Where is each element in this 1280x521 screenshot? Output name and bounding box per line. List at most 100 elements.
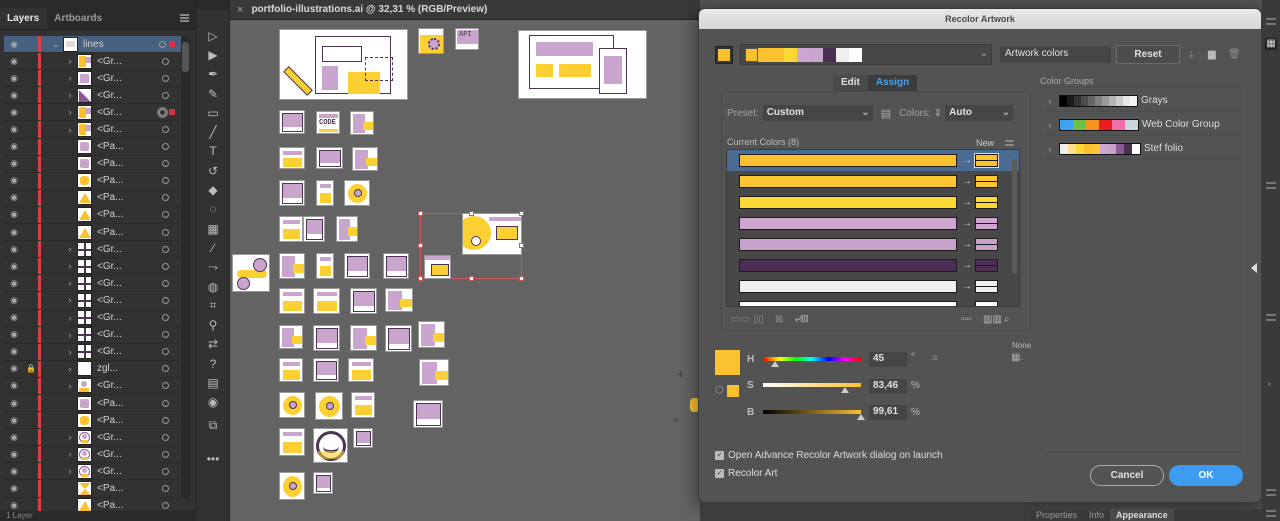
- layer-name[interactable]: <Pa...: [97, 398, 162, 409]
- layer-row[interactable]: ◉ <Pa...: [4, 412, 181, 430]
- visibility-eye-icon[interactable]: ◉: [4, 466, 24, 477]
- arrow-right-icon[interactable]: →: [962, 239, 972, 250]
- color-group-swatch[interactable]: [1068, 143, 1076, 154]
- merge-colors-icon[interactable]: ▭▭: [731, 314, 750, 325]
- target-circle-icon[interactable]: [162, 382, 169, 390]
- lasso-tool[interactable]: ◌: [196, 200, 230, 219]
- find-colors-icon[interactable]: ⌕: [1004, 314, 1010, 325]
- target-circle-icon[interactable]: [162, 502, 169, 510]
- artwork-icon[interactable]: [350, 288, 377, 314]
- target-circle-icon[interactable]: [162, 91, 169, 99]
- artwork-icon[interactable]: CODE: [316, 111, 340, 134]
- layer-name[interactable]: <Pa...: [97, 500, 162, 511]
- shape-builder-tool[interactable]: ◍: [196, 277, 230, 296]
- current-color-row[interactable]: →: [727, 234, 1019, 255]
- more-tools[interactable]: •••: [196, 449, 230, 468]
- layer-row[interactable]: ◉ 🔒 › zgl...: [4, 360, 181, 378]
- visibility-eye-icon[interactable]: ◉: [4, 380, 24, 391]
- selection-handle[interactable]: [418, 243, 423, 248]
- new-color-swatch[interactable]: [975, 301, 998, 306]
- visibility-eye-icon[interactable]: ◉: [4, 107, 24, 118]
- target-circle-icon[interactable]: [162, 57, 169, 65]
- color-group-swatch[interactable]: [1067, 95, 1074, 106]
- arrow-right-icon[interactable]: →: [962, 218, 972, 229]
- layer-row[interactable]: ◉ <Pa...: [4, 224, 181, 242]
- artwork-icon[interactable]: [353, 428, 373, 448]
- selection-handle[interactable]: [519, 276, 524, 281]
- saturation-slider-thumb[interactable]: [840, 387, 849, 393]
- color-group-swatch[interactable]: [1125, 119, 1138, 130]
- tab-layers[interactable]: Layers: [0, 8, 48, 29]
- scrollbar-thumb[interactable]: [1012, 159, 1017, 274]
- artwork-icon[interactable]: [313, 358, 339, 382]
- checkbox-checked-icon[interactable]: ✓: [715, 469, 724, 478]
- layer-name[interactable]: <Gr...: [97, 278, 162, 289]
- artwork-icon[interactable]: [348, 358, 374, 382]
- artwork-icon[interactable]: [316, 147, 343, 169]
- layer-row[interactable]: ◉ › <Gr...: [4, 241, 181, 259]
- chevron-right-icon[interactable]: ›: [63, 73, 77, 83]
- zoom-tool[interactable]: ⚲: [196, 315, 230, 334]
- layer-name[interactable]: <Gr...: [97, 380, 162, 391]
- artwork-icon[interactable]: [350, 325, 377, 351]
- harmony-colors-dropdown[interactable]: ⌄: [740, 44, 992, 65]
- reset-button[interactable]: Reset: [1116, 45, 1180, 64]
- layer-row[interactable]: ◉ › <Gr...: [4, 343, 181, 361]
- hue-slider-thumb[interactable]: [771, 361, 780, 367]
- layer-name[interactable]: <Pa...: [97, 141, 162, 152]
- color-group-swatch[interactable]: [1060, 143, 1068, 154]
- rotate-tool[interactable]: ↺: [196, 161, 230, 180]
- gamut-color-swatch[interactable]: [727, 385, 739, 397]
- selection-handle[interactable]: [519, 211, 524, 216]
- chevron-right-icon[interactable]: ›: [63, 432, 77, 442]
- new-row-icon[interactable]: ⤶▥: [795, 314, 808, 325]
- color-modes[interactable]: ▤: [196, 373, 230, 392]
- chevron-right-icon[interactable]: ›: [63, 107, 77, 117]
- current-color-row[interactable]: →: [727, 192, 1019, 213]
- layer-name[interactable]: <Pa...: [97, 483, 162, 494]
- layer-row[interactable]: ◉ <Pa...: [4, 206, 181, 225]
- layer-name[interactable]: <Gr...: [97, 466, 162, 477]
- layer-name[interactable]: lines: [83, 39, 159, 50]
- artwork-icon[interactable]: [279, 428, 305, 456]
- visibility-eye-icon[interactable]: ◉: [4, 227, 24, 238]
- color-group-swatch[interactable]: [1084, 143, 1092, 154]
- target-circle-icon[interactable]: [162, 450, 169, 458]
- chevron-right-icon[interactable]: ›: [63, 347, 77, 357]
- layer-name[interactable]: <Gr...: [97, 312, 162, 323]
- target-circle-icon[interactable]: [159, 108, 166, 116]
- target-circle-icon[interactable]: [162, 314, 169, 322]
- target-circle-icon[interactable]: [162, 211, 169, 219]
- visibility-eye-icon[interactable]: ◉: [4, 39, 24, 50]
- chevron-right-icon[interactable]: ›: [63, 261, 77, 271]
- artwork-icon[interactable]: [315, 392, 343, 420]
- selection-handle[interactable]: [469, 276, 474, 281]
- chevron-right-icon[interactable]: ›: [63, 381, 77, 391]
- color-library-icon[interactable]: ▦.: [1011, 352, 1023, 363]
- layer-name[interactable]: <Gr...: [97, 56, 162, 67]
- visibility-eye-icon[interactable]: ◉: [4, 124, 24, 135]
- chevron-right-icon[interactable]: ›: [63, 330, 77, 340]
- artwork-icon[interactable]: [313, 288, 340, 314]
- arrow-right-icon[interactable]: →: [962, 176, 972, 187]
- target-circle-icon[interactable]: [162, 399, 169, 407]
- visibility-eye-icon[interactable]: ◉: [4, 244, 24, 255]
- visibility-eye-icon[interactable]: ◉: [4, 415, 24, 426]
- layer-name[interactable]: <Gr...: [97, 73, 162, 84]
- chevron-right-icon[interactable]: ›: [63, 56, 77, 66]
- current-color-bar[interactable]: [739, 154, 957, 167]
- chevron-right-icon[interactable]: ›: [63, 90, 77, 100]
- target-circle-icon[interactable]: [162, 331, 169, 339]
- selection-handle[interactable]: [418, 211, 423, 216]
- chevron-right-icon[interactable]: ›: [63, 125, 77, 135]
- artwork-icon[interactable]: [351, 392, 375, 418]
- layer-name[interactable]: <Gr...: [97, 346, 162, 357]
- artwork-icon[interactable]: [418, 321, 445, 348]
- artwork-icon[interactable]: [279, 180, 305, 206]
- artwork-icon[interactable]: [279, 392, 305, 418]
- brightness-slider-thumb[interactable]: [856, 414, 865, 420]
- target-circle-icon[interactable]: [162, 416, 169, 424]
- artwork-icon[interactable]: [279, 358, 303, 382]
- artwork-selected-person-window[interactable]: [462, 213, 522, 255]
- rectangle-tool[interactable]: ▭: [196, 103, 230, 122]
